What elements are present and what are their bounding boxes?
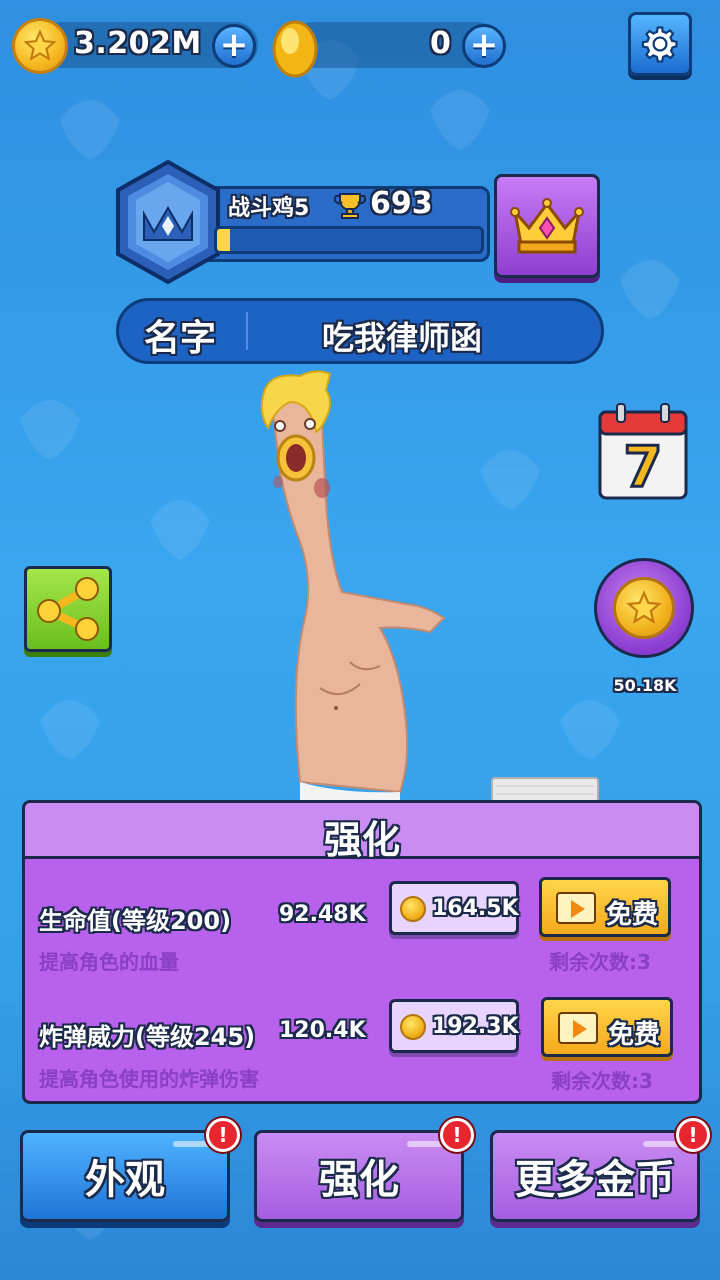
star-coin-icon	[613, 577, 675, 639]
health-upgrade-title: 生命值(等级200)	[39, 907, 232, 935]
gem-icon	[272, 20, 318, 78]
star-coin-icon	[400, 896, 426, 922]
daily-checkin-button[interactable]: 7	[597, 402, 689, 502]
upgrade-panel: 强化 生命值(等级200) 92.48K 提高角色的血量 164.5K 免费 剩…	[22, 800, 702, 1104]
bomb-upgrade-title: 炸弹威力(等级245)	[39, 1023, 256, 1051]
gem-amount: 0	[430, 26, 452, 61]
upgrade-panel-header: 强化	[25, 803, 699, 862]
health-upgrade-remaining: 剩余次数:3	[549, 950, 651, 974]
free-label: 免费	[606, 900, 659, 930]
coin-amount: 3.202M	[74, 26, 202, 61]
tab-upgrade[interactable]: 强化	[254, 1130, 464, 1222]
health-upgrade-value: 92.48K	[279, 902, 366, 927]
health-upgrade-free-button[interactable]: 免费	[539, 877, 671, 937]
bomb-upgrade-remaining: 剩余次数:3	[551, 1069, 653, 1093]
video-icon	[558, 1012, 598, 1044]
settings-button[interactable]	[628, 12, 692, 76]
star-coin-icon	[400, 1014, 426, 1040]
health-upgrade-coin-button[interactable]: 164.5K	[389, 881, 519, 935]
star-coin-icon	[12, 18, 68, 74]
plus-icon: +	[469, 24, 499, 65]
bomb-upgrade-coin-button[interactable]: 192.3K	[389, 999, 519, 1053]
alert-badge-icon: !	[206, 1118, 240, 1152]
upgrade-panel-title: 强化	[323, 818, 400, 862]
gear-icon	[641, 26, 678, 63]
trophy-icon	[334, 193, 366, 219]
health-upgrade-desc: 提高角色的血量	[39, 950, 179, 974]
coin-reward-amount: 50.18K	[613, 676, 677, 695]
rank-progress-bar	[214, 226, 484, 254]
rank-shield-icon	[116, 159, 220, 285]
plus-icon: +	[219, 24, 249, 65]
trophy-count: 693	[370, 186, 433, 221]
health-upgrade-cost: 164.5K	[432, 896, 519, 921]
bomb-upgrade-value: 120.4K	[279, 1018, 366, 1043]
rank-progress-fill	[217, 229, 231, 251]
add-coins-button[interactable]: +	[212, 24, 256, 68]
player-name[interactable]: 吃我律师函	[322, 313, 482, 359]
name-label: 名字	[144, 318, 217, 359]
share-button[interactable]	[24, 566, 112, 652]
calendar-icon: 7	[598, 403, 688, 502]
tab-more-coins[interactable]: 更多金币	[490, 1130, 700, 1222]
bomb-upgrade-free-button[interactable]: 免费	[541, 997, 673, 1057]
crown-icon	[510, 198, 584, 254]
rank-rewards-button[interactable]	[494, 174, 600, 278]
bomb-upgrade-desc: 提高角色使用的炸弹伤害	[39, 1067, 259, 1091]
tab-more-coins-label: 更多金币	[515, 1157, 675, 1203]
tab-appearance[interactable]: 外观	[20, 1130, 230, 1222]
free-label: 免费	[608, 1020, 661, 1050]
calendar-day: 7	[624, 435, 663, 500]
tab-upgrade-label: 强化	[319, 1157, 399, 1203]
alert-badge-icon: !	[676, 1118, 710, 1152]
tab-appearance-label: 外观	[85, 1157, 165, 1203]
alert-badge-icon: !	[440, 1118, 474, 1152]
video-icon	[556, 892, 596, 924]
rank-name: 战斗鸡5	[228, 196, 310, 221]
add-gems-button[interactable]: +	[462, 24, 506, 68]
name-divider	[246, 312, 248, 350]
free-coins-button[interactable]	[594, 558, 694, 658]
character-model	[260, 370, 446, 802]
bomb-upgrade-cost: 192.3K	[432, 1014, 519, 1039]
share-icon	[37, 577, 99, 641]
